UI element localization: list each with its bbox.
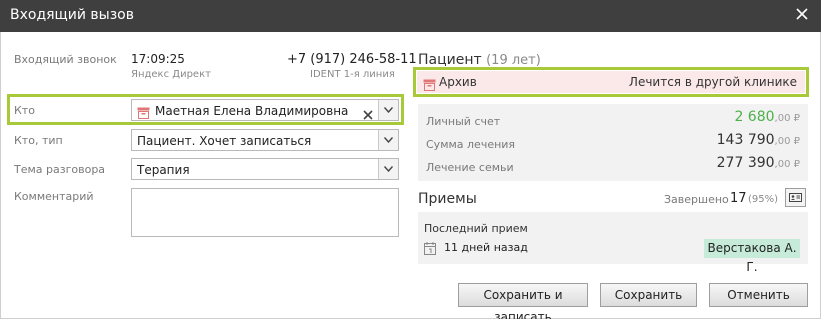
finance-cents: ,00 ₽ bbox=[774, 113, 800, 124]
finance-row-family: Лечение семьи 277 390,00 ₽ bbox=[426, 155, 800, 175]
close-icon[interactable] bbox=[793, 5, 811, 23]
patient-age: (19 лет) bbox=[486, 53, 541, 68]
last-visit-label: Последний прием bbox=[424, 222, 528, 235]
archive-note: Лечится в другой клинике bbox=[628, 75, 797, 89]
chevron-down-icon[interactable] bbox=[378, 130, 398, 150]
finance-value: 277 390,00 ₽ bbox=[717, 155, 800, 171]
finance-value: 2 680,00 ₽ bbox=[734, 109, 800, 125]
finance-value: 143 790,00 ₽ bbox=[717, 132, 800, 148]
topic-label: Тема разговора bbox=[14, 163, 106, 176]
topic-select[interactable]: Терапия bbox=[131, 158, 399, 180]
finance-label: Лечение семьи bbox=[426, 161, 514, 174]
window-title: Входящий вызов bbox=[10, 7, 134, 23]
type-value: Пациент. Хочет записаться bbox=[137, 134, 312, 148]
call-line: IDENT 1-я линия bbox=[310, 69, 395, 80]
who-label: Кто bbox=[14, 104, 35, 117]
clear-icon[interactable] bbox=[363, 105, 373, 124]
chevron-down-icon[interactable] bbox=[378, 100, 398, 120]
caller-phone: +7 (917) 246-58-11 bbox=[287, 52, 417, 67]
incoming-call-label: Входящий звонок bbox=[14, 53, 117, 66]
comment-textarea[interactable] bbox=[131, 188, 399, 237]
completed-count: 17 bbox=[730, 191, 747, 206]
who-value: Маетная Елена Владимировна bbox=[155, 104, 349, 118]
finance-amount: 2 680 bbox=[734, 109, 775, 125]
patient-title: Пациент (19 лет) bbox=[418, 52, 541, 68]
save-and-book-button[interactable]: Сохранить и записать bbox=[458, 283, 588, 319]
save-button[interactable]: Сохранить bbox=[600, 283, 697, 307]
finance-label: Личный счет bbox=[426, 115, 501, 128]
patient-card-icon[interactable] bbox=[785, 188, 806, 207]
finance-label: Сумма лечения bbox=[426, 138, 516, 151]
archive-status-bar: Архив Лечится в другой клинике bbox=[417, 71, 805, 93]
finance-row-balance: Личный счет 2 680,00 ₽ bbox=[426, 109, 800, 129]
archive-box-icon bbox=[137, 104, 150, 123]
finance-cents: ,00 ₽ bbox=[774, 136, 800, 147]
call-source: Яндекс Директ bbox=[131, 69, 211, 80]
chevron-down-icon[interactable] bbox=[378, 159, 398, 179]
type-select[interactable]: Пациент. Хочет записаться bbox=[131, 129, 399, 151]
comment-label: Комментарий bbox=[14, 190, 94, 203]
finance-cents: ,00 ₽ bbox=[774, 159, 800, 170]
topic-value: Терапия bbox=[137, 163, 190, 177]
calendar-icon bbox=[424, 240, 436, 259]
type-label: Кто, тип bbox=[14, 134, 63, 147]
last-visit-ago: 11 дней назад bbox=[444, 241, 528, 254]
completed-label: Завершено bbox=[664, 193, 729, 206]
completed-percent: (95%) bbox=[748, 194, 779, 205]
cancel-button[interactable]: Отменить bbox=[709, 283, 808, 307]
who-combobox[interactable]: Маетная Елена Владимировна bbox=[131, 99, 399, 121]
finance-amount: 143 790 bbox=[716, 132, 775, 148]
doctor-badge[interactable]: Верстакова А. Г. bbox=[704, 239, 800, 274]
window-titlebar: Входящий вызов bbox=[0, 0, 821, 32]
call-time: 17:09:25 bbox=[131, 52, 185, 66]
archive-box-icon bbox=[423, 76, 436, 95]
patient-title-text: Пациент bbox=[418, 52, 482, 68]
visits-title: Приемы bbox=[418, 191, 477, 207]
finance-panel: Личный счет 2 680,00 ₽ Сумма лечения 143… bbox=[418, 104, 808, 181]
finance-row-treatment: Сумма лечения 143 790,00 ₽ bbox=[426, 132, 800, 152]
finance-amount: 277 390 bbox=[716, 155, 775, 171]
archive-label: Архив bbox=[439, 75, 477, 89]
